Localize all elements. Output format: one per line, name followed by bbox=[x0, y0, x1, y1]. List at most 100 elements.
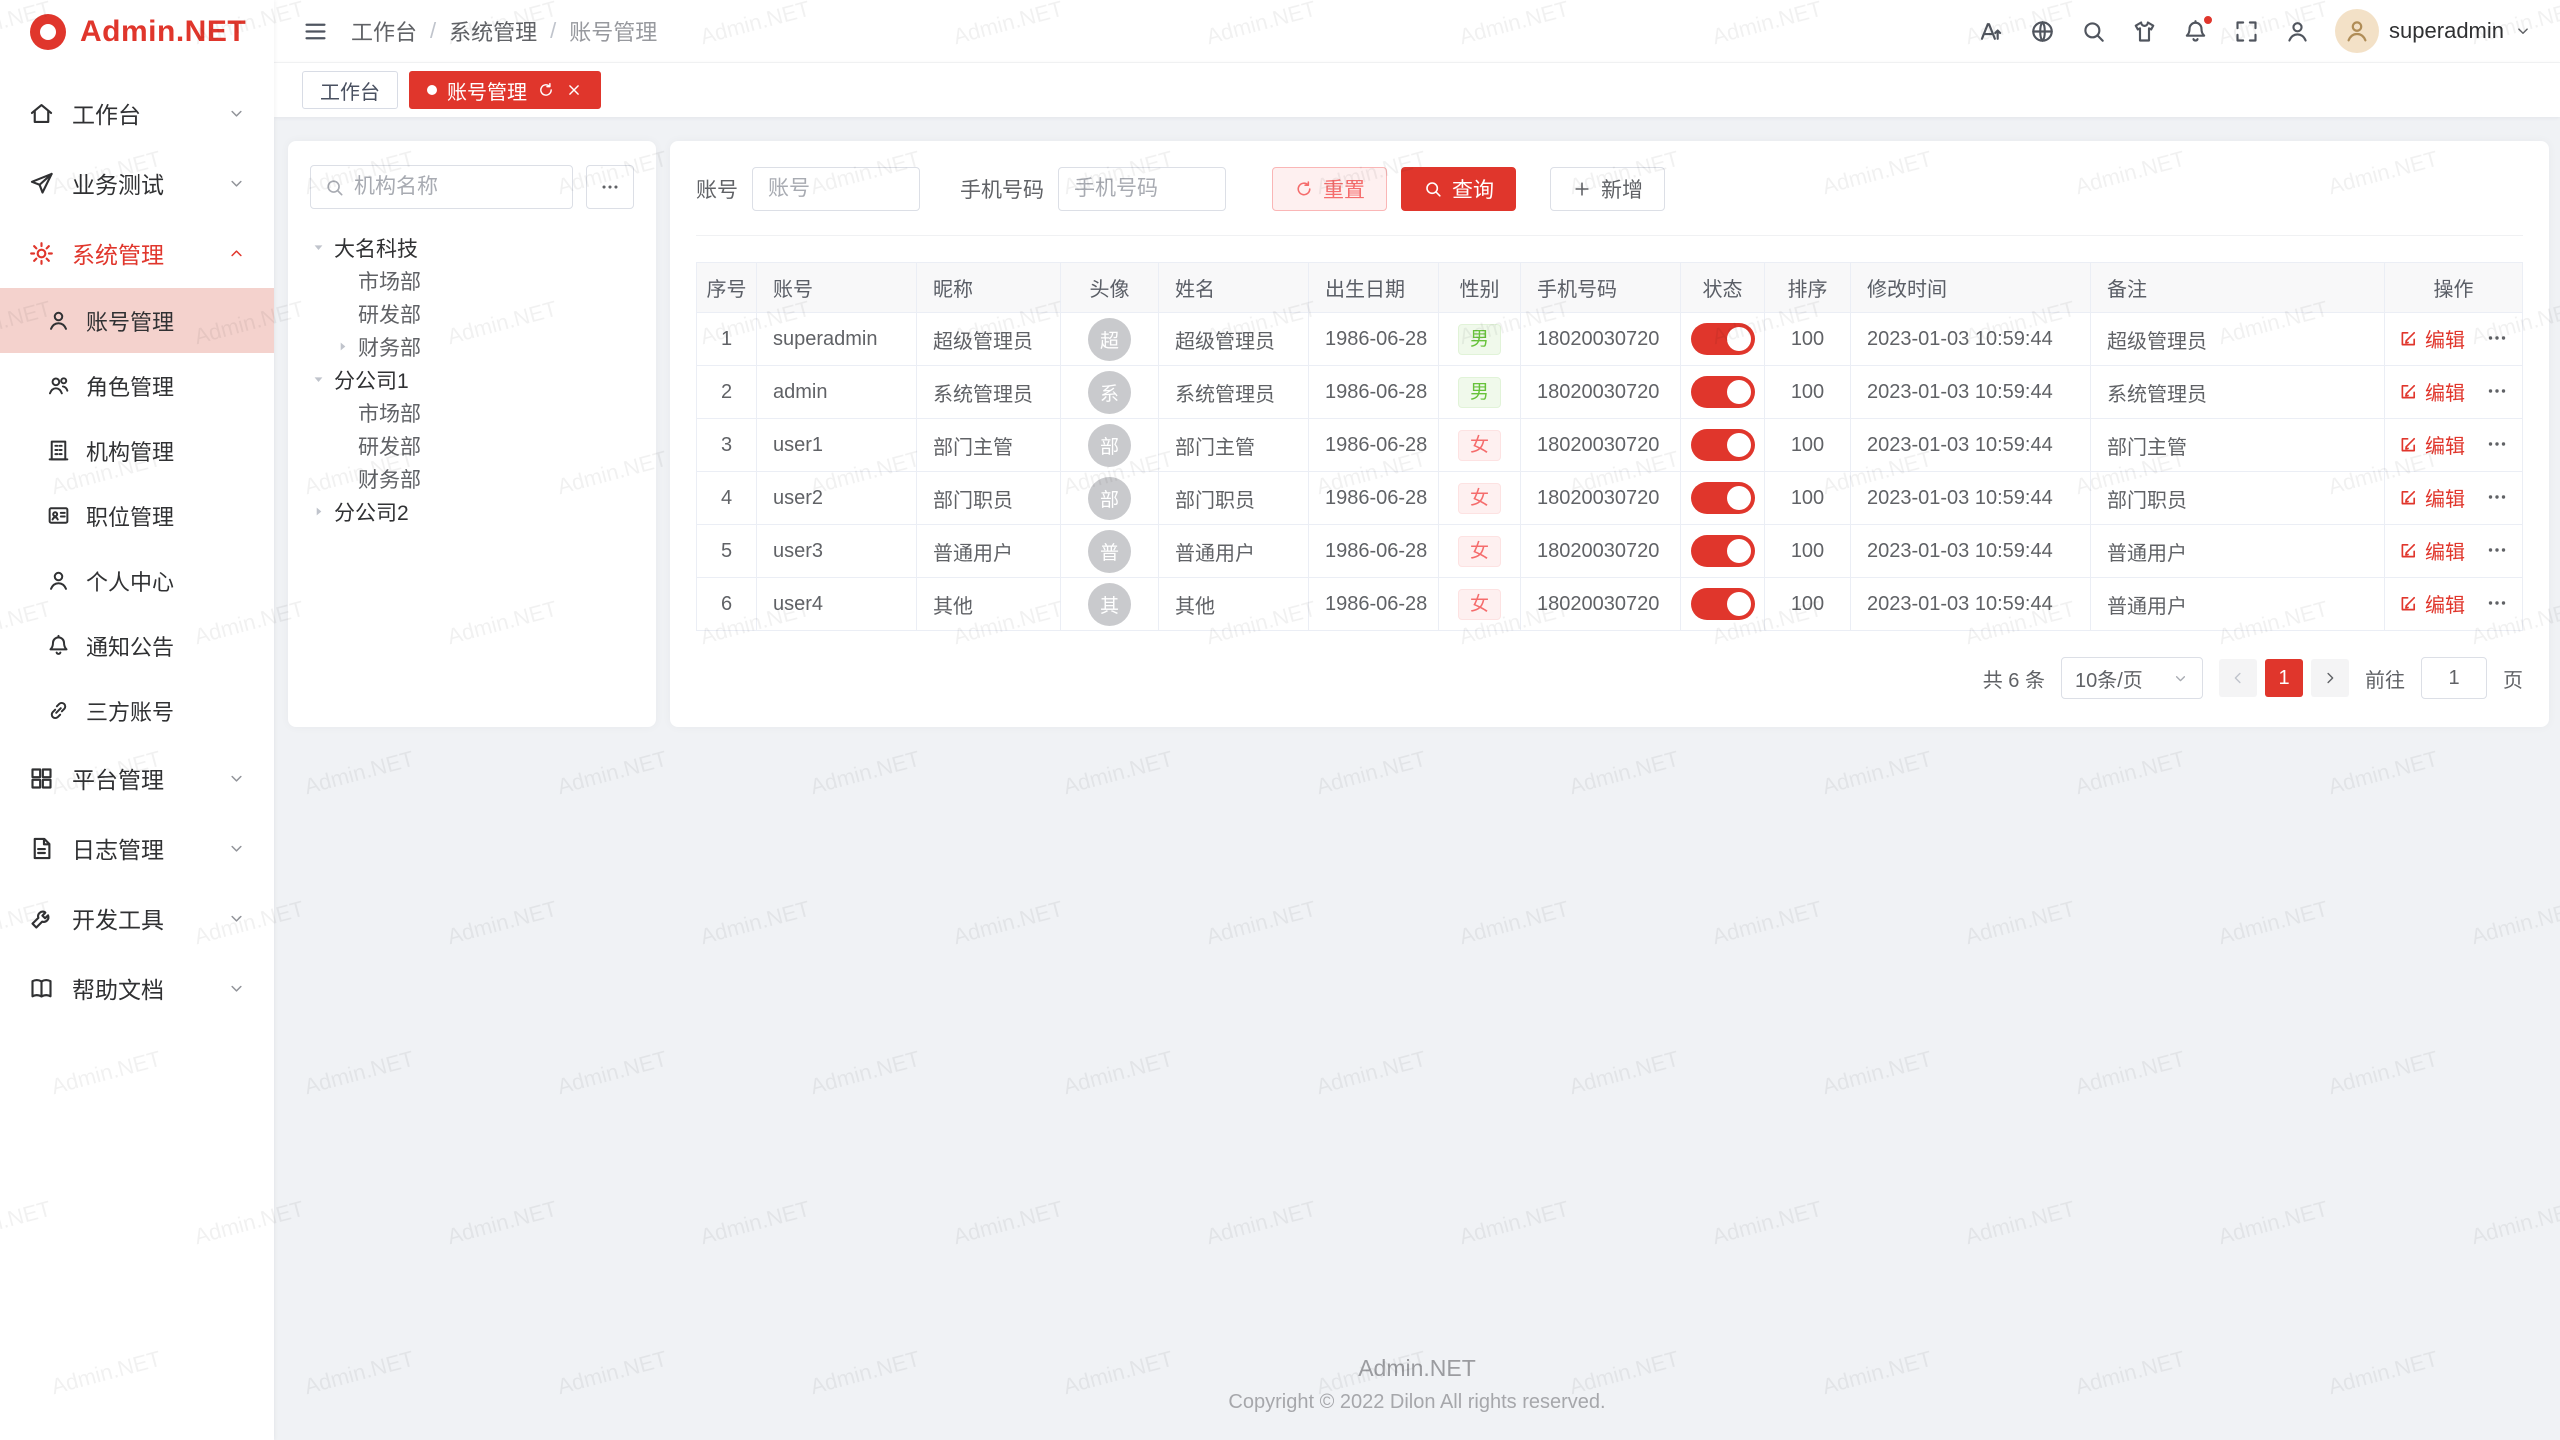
more-actions-button[interactable] bbox=[2485, 538, 2509, 562]
cell-no: 2 bbox=[697, 366, 757, 419]
add-button[interactable]: 新增 bbox=[1550, 167, 1665, 211]
sidebar-subitem-label: 通知公告 bbox=[86, 630, 174, 662]
more-actions-button[interactable] bbox=[2485, 432, 2509, 456]
cell-modified: 2023-01-03 10:59:44 bbox=[1851, 578, 2091, 631]
tab-1[interactable]: 账号管理 bbox=[409, 71, 601, 109]
column-header-6: 性别 bbox=[1439, 263, 1521, 313]
account-input[interactable] bbox=[752, 167, 920, 211]
sidebar-subitem-2-6[interactable]: 三方账号 bbox=[0, 678, 274, 743]
refresh-icon[interactable] bbox=[537, 81, 555, 99]
column-header-10: 修改时间 bbox=[1851, 263, 2091, 313]
more-actions-button[interactable] bbox=[2485, 485, 2509, 509]
tree-node[interactable]: 大名科技 bbox=[310, 231, 634, 264]
breadcrumb-item-1[interactable]: 系统管理 bbox=[449, 15, 537, 47]
tree-node-label: 财务部 bbox=[358, 464, 421, 494]
caret-down-icon[interactable] bbox=[310, 371, 327, 388]
fullscreen-icon[interactable] bbox=[2233, 18, 2260, 45]
more-actions-button[interactable] bbox=[2485, 326, 2509, 350]
status-toggle[interactable] bbox=[1691, 535, 1755, 567]
org-more-button[interactable] bbox=[586, 165, 634, 209]
edit-button[interactable]: 编辑 bbox=[2398, 483, 2465, 512]
logo-icon bbox=[30, 14, 66, 50]
caret-down-icon[interactable] bbox=[310, 239, 327, 256]
phone-input[interactable] bbox=[1058, 167, 1226, 211]
main: 工作台/系统管理/账号管理 superadmin 工作台账号管理 大名科技市场 bbox=[274, 0, 2560, 1440]
status-toggle[interactable] bbox=[1691, 588, 1755, 620]
more-actions-button[interactable] bbox=[2485, 379, 2509, 403]
sidebar-subitem-2-1[interactable]: 角色管理 bbox=[0, 353, 274, 418]
row-avatar: 超 bbox=[1088, 318, 1131, 361]
sidebar-item-1[interactable]: 业务测试 bbox=[0, 148, 274, 218]
logo[interactable]: Admin.NET bbox=[0, 0, 274, 64]
prev-page-button[interactable] bbox=[2219, 659, 2257, 697]
sidebar-item-4[interactable]: 日志管理 bbox=[0, 813, 274, 883]
locale-icon[interactable] bbox=[2029, 18, 2056, 45]
search-icon[interactable] bbox=[2080, 18, 2107, 45]
breadcrumb-item-2[interactable]: 账号管理 bbox=[569, 15, 657, 47]
tree-node[interactable]: 财务部 bbox=[334, 462, 634, 495]
sidebar-subitem-2-4[interactable]: 个人中心 bbox=[0, 548, 274, 613]
sidebar-item-0[interactable]: 工作台 bbox=[0, 78, 274, 148]
tree-node[interactable]: 财务部 bbox=[334, 330, 634, 363]
sidebar-subitem-2-3[interactable]: 职位管理 bbox=[0, 483, 274, 548]
cell-name: 部门主管 bbox=[1159, 419, 1309, 472]
tree-node[interactable]: 分公司1 bbox=[310, 363, 634, 396]
edit-button[interactable]: 编辑 bbox=[2398, 589, 2465, 618]
edit-button[interactable]: 编辑 bbox=[2398, 430, 2465, 459]
user-menu[interactable]: superadmin bbox=[2335, 9, 2532, 53]
status-toggle[interactable] bbox=[1691, 323, 1755, 355]
tab-0[interactable]: 工作台 bbox=[302, 71, 398, 109]
cell-status bbox=[1681, 366, 1765, 419]
column-header-9: 排序 bbox=[1765, 263, 1851, 313]
close-icon[interactable] bbox=[565, 81, 583, 99]
column-header-7: 手机号码 bbox=[1521, 263, 1681, 313]
tree-node[interactable]: 分公司2 bbox=[310, 495, 634, 528]
cell-nickname: 其他 bbox=[917, 578, 1061, 631]
sidebar-subitem-label: 角色管理 bbox=[86, 370, 174, 402]
sidebar-item-label: 业务测试 bbox=[72, 166, 164, 200]
sidebar-item-2[interactable]: 系统管理 bbox=[0, 218, 274, 288]
caret-right-icon[interactable] bbox=[310, 503, 327, 520]
tree-node[interactable]: 研发部 bbox=[334, 429, 634, 462]
cell-modified: 2023-01-03 10:59:44 bbox=[1851, 472, 2091, 525]
sidebar-item-5[interactable]: 开发工具 bbox=[0, 883, 274, 953]
next-page-button[interactable] bbox=[2311, 659, 2349, 697]
status-toggle[interactable] bbox=[1691, 376, 1755, 408]
user-icon[interactable] bbox=[2284, 18, 2311, 45]
row-actions: 编辑 bbox=[2398, 589, 2509, 618]
cell-status bbox=[1681, 419, 1765, 472]
breadcrumb-item-0[interactable]: 工作台 bbox=[351, 15, 417, 47]
page-1-button[interactable]: 1 bbox=[2265, 659, 2303, 697]
search-button[interactable]: 查询 bbox=[1401, 167, 1516, 211]
more-icon bbox=[599, 176, 621, 198]
font-size-icon[interactable] bbox=[1978, 18, 2005, 45]
table-row: 5user3普通用户普普通用户1986-06-28女18020030720100… bbox=[697, 525, 2523, 578]
tree-node[interactable]: 市场部 bbox=[334, 264, 634, 297]
caret-right-icon[interactable] bbox=[334, 338, 351, 355]
notification-icon[interactable] bbox=[2182, 18, 2209, 45]
theme-icon[interactable] bbox=[2131, 18, 2158, 45]
page-size-select[interactable]: 10条/页 bbox=[2061, 657, 2203, 699]
tree-node[interactable]: 市场部 bbox=[334, 396, 634, 429]
cell-status bbox=[1681, 472, 1765, 525]
cell-no: 4 bbox=[697, 472, 757, 525]
more-actions-button[interactable] bbox=[2485, 591, 2509, 615]
row-actions: 编辑 bbox=[2398, 324, 2509, 353]
edit-button[interactable]: 编辑 bbox=[2398, 377, 2465, 406]
sidebar-item-6[interactable]: 帮助文档 bbox=[0, 953, 274, 1023]
sidebar-subitem-2-5[interactable]: 通知公告 bbox=[0, 613, 274, 678]
reset-button[interactable]: 重置 bbox=[1272, 167, 1387, 211]
column-header-3: 头像 bbox=[1061, 263, 1159, 313]
chevron-down-icon bbox=[227, 769, 246, 788]
menu-collapse-icon[interactable] bbox=[302, 18, 329, 45]
edit-button[interactable]: 编辑 bbox=[2398, 324, 2465, 353]
status-toggle[interactable] bbox=[1691, 482, 1755, 514]
org-search-input[interactable] bbox=[354, 175, 559, 199]
sidebar-subitem-2-0[interactable]: 账号管理 bbox=[0, 288, 274, 353]
sidebar-item-3[interactable]: 平台管理 bbox=[0, 743, 274, 813]
goto-page-input[interactable] bbox=[2421, 657, 2487, 699]
edit-button[interactable]: 编辑 bbox=[2398, 536, 2465, 565]
tree-node[interactable]: 研发部 bbox=[334, 297, 634, 330]
status-toggle[interactable] bbox=[1691, 429, 1755, 461]
sidebar-subitem-2-2[interactable]: 机构管理 bbox=[0, 418, 274, 483]
